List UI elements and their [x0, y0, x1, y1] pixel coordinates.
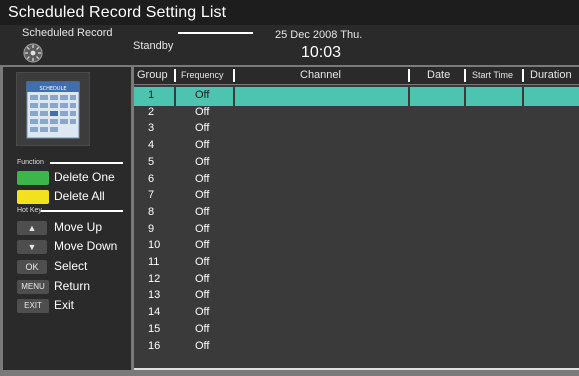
group-cell: 10 [148, 239, 161, 252]
column-group: Group [137, 69, 168, 81]
exit-key[interactable]: EXIT [17, 299, 49, 313]
table-row[interactable]: 11 Off [134, 256, 579, 272]
window-title: Scheduled Record Setting List [8, 4, 227, 21]
menu-key[interactable]: MENU [17, 280, 49, 294]
hotkey-divider [41, 210, 123, 212]
status-text: Standby [133, 40, 174, 52]
column-duration: Duration [530, 69, 572, 81]
frequency-cell: Off [195, 256, 210, 268]
group-cell: 13 [148, 289, 161, 302]
column-divider [464, 69, 466, 82]
table-row[interactable]: 13 Off [134, 289, 579, 305]
table-row[interactable]: 15 Off [134, 323, 579, 339]
column-divider [174, 69, 176, 82]
function-heading: Function [17, 159, 44, 166]
group-cell: 14 [148, 306, 161, 319]
up-arrow-icon[interactable]: ▲ [17, 221, 47, 235]
svg-text:SCHEDULE: SCHEDULE [39, 86, 66, 92]
table-row[interactable]: 1 Off [134, 89, 579, 105]
exit-label: Exit [54, 298, 75, 312]
frequency-cell: Off [195, 289, 210, 302]
table-row[interactable]: 14 Off [134, 306, 579, 322]
delete-all-label: Delete All [54, 189, 105, 203]
table-row[interactable]: 12 Off [134, 273, 579, 289]
table-row[interactable]: 8 Off [134, 206, 579, 222]
function-divider [50, 162, 123, 164]
schedule-table: 1 Off 2 Off 3 Off 4 Off 5 Off 6 Off 7 Off 8 Off 9 Off 10 Of… [134, 85, 579, 370]
schedule-thumbnail: SCHEDULE [16, 72, 90, 146]
group-cell: 5 [148, 155, 155, 168]
calendar-icon: SCHEDULE [26, 81, 80, 139]
column-frequency: Frequency [181, 70, 224, 80]
tv-osd-screen: Scheduled Record Setting List Scheduled … [0, 0, 579, 376]
group-cell: 2 [148, 105, 155, 118]
group-cell: 11 [148, 256, 160, 268]
frequency-cell: Off [195, 205, 210, 218]
frequency-cell: Off [195, 239, 210, 252]
frequency-cell: Off [195, 155, 210, 168]
table-row[interactable]: 3 Off [134, 122, 579, 138]
column-divider [522, 69, 524, 82]
group-cell: 8 [148, 205, 155, 218]
group-cell: 9 [148, 222, 155, 235]
yellow-key-button[interactable] [17, 190, 49, 204]
move-up-label: Move Up [54, 220, 103, 234]
frequency-cell: Off [195, 306, 210, 319]
column-date: Date [427, 69, 451, 81]
frequency-cell: Off [195, 322, 210, 335]
title-bar: Scheduled Record Setting List [0, 0, 579, 25]
table-row[interactable]: 6 Off [134, 173, 579, 189]
column-start-time: Start Time [472, 70, 514, 80]
frequency-cell: Off [195, 89, 210, 101]
group-cell: 4 [148, 139, 155, 152]
column-channel: Channel [300, 69, 341, 81]
header-divider [178, 32, 253, 34]
table-row[interactable]: 5 Off [134, 156, 579, 172]
frequency-cell: Off [195, 172, 210, 185]
status-header: Scheduled Record Standby 25 Dec 2008 Thu… [0, 25, 579, 65]
column-divider [408, 69, 410, 82]
group-cell: 12 [148, 272, 161, 285]
group-cell: 1 [148, 89, 155, 101]
select-label: Select [54, 259, 88, 273]
delete-one-label: Delete One [54, 170, 115, 184]
table-row[interactable]: 10 Off [134, 239, 579, 255]
green-key-button[interactable] [17, 171, 49, 185]
table-row[interactable]: 2 Off [134, 106, 579, 122]
group-cell: 6 [148, 172, 155, 185]
move-down-label: Move Down [54, 239, 118, 253]
table-row[interactable]: 16 Off [134, 340, 579, 356]
hotkey-heading: Hot Key [17, 207, 42, 214]
group-cell: 3 [148, 122, 155, 135]
ok-key[interactable]: OK [17, 260, 47, 274]
current-date: 25 Dec 2008 Thu. [275, 29, 363, 41]
table-row[interactable]: 4 Off [134, 139, 579, 155]
table-row[interactable]: 9 Off [134, 223, 579, 239]
frequency-cell: Off [195, 272, 210, 285]
clock-icon [23, 43, 43, 63]
group-cell: 16 [148, 339, 161, 352]
down-arrow-icon[interactable]: ▼ [17, 240, 47, 254]
frequency-cell: Off [195, 139, 210, 152]
group-cell: 7 [148, 189, 155, 202]
column-divider [233, 69, 235, 82]
frequency-cell: Off [195, 189, 210, 202]
table-header: Group Frequency Channel Date Start Time … [134, 67, 579, 84]
mode-label: Scheduled Record [22, 27, 113, 39]
group-cell: 15 [148, 322, 161, 335]
current-time: 10:03 [301, 44, 342, 61]
frequency-cell: Off [195, 122, 210, 135]
frequency-cell: Off [195, 105, 210, 118]
return-label: Return [54, 279, 91, 293]
frequency-cell: Off [195, 222, 210, 235]
frequency-cell: Off [195, 339, 210, 352]
left-panel: SCHEDULE Function Delete One Delete All … [3, 67, 131, 370]
table-row[interactable]: 7 Off [134, 189, 579, 205]
